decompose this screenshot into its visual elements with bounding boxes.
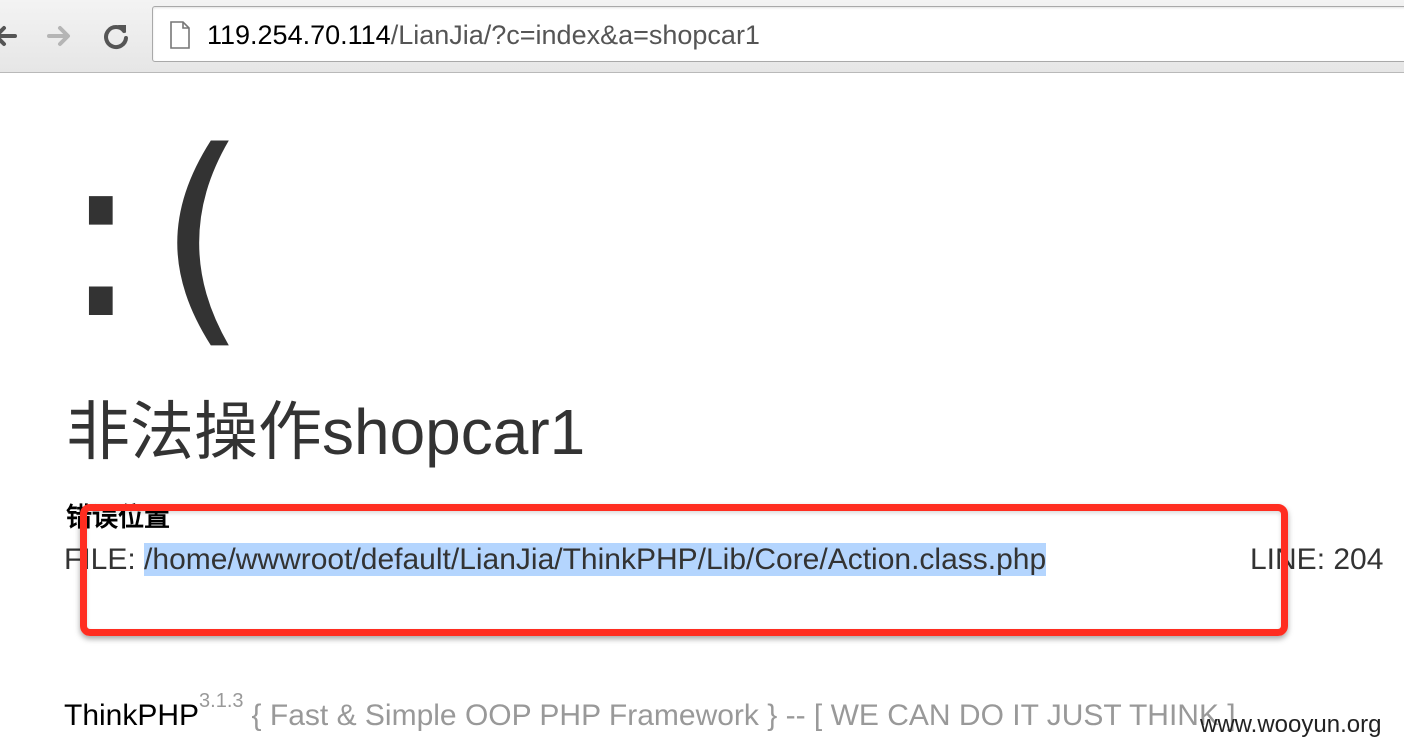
framework-tagline: { Fast & Simple OOP PHP Framework } -- [… <box>251 699 1236 732</box>
reload-button[interactable] <box>98 18 134 54</box>
browser-toolbar: 119.254.70.114/LianJia/?c=index&a=shopca… <box>0 0 1404 73</box>
annotation-highlight-box <box>80 504 1288 636</box>
framework-name: ThinkPHP <box>64 699 200 732</box>
url-path: /LianJia/?c=index&a=shopcar1 <box>390 20 760 50</box>
footer: ThinkPHP3.1.3 { Fast & Simple OOP PHP Fra… <box>64 676 1236 741</box>
forward-button[interactable] <box>42 18 78 54</box>
url-text[interactable]: 119.254.70.114/LianJia/?c=index&a=shopca… <box>207 19 760 51</box>
framework-version: 3.1.3 <box>199 690 244 712</box>
reload-icon <box>104 25 128 50</box>
error-title: 非法操作shopcar1 <box>66 396 586 468</box>
back-button[interactable] <box>0 18 22 54</box>
address-bar[interactable]: 119.254.70.114/LianJia/?c=index&a=shopca… <box>152 6 1404 62</box>
arrow-left-icon <box>0 26 17 46</box>
sad-face: :( <box>62 103 266 370</box>
watermark: www.wooyun.org <box>1200 711 1382 738</box>
arrow-right-icon <box>47 26 70 46</box>
url-host: 119.254.70.114 <box>207 20 391 50</box>
document-icon <box>170 21 190 49</box>
